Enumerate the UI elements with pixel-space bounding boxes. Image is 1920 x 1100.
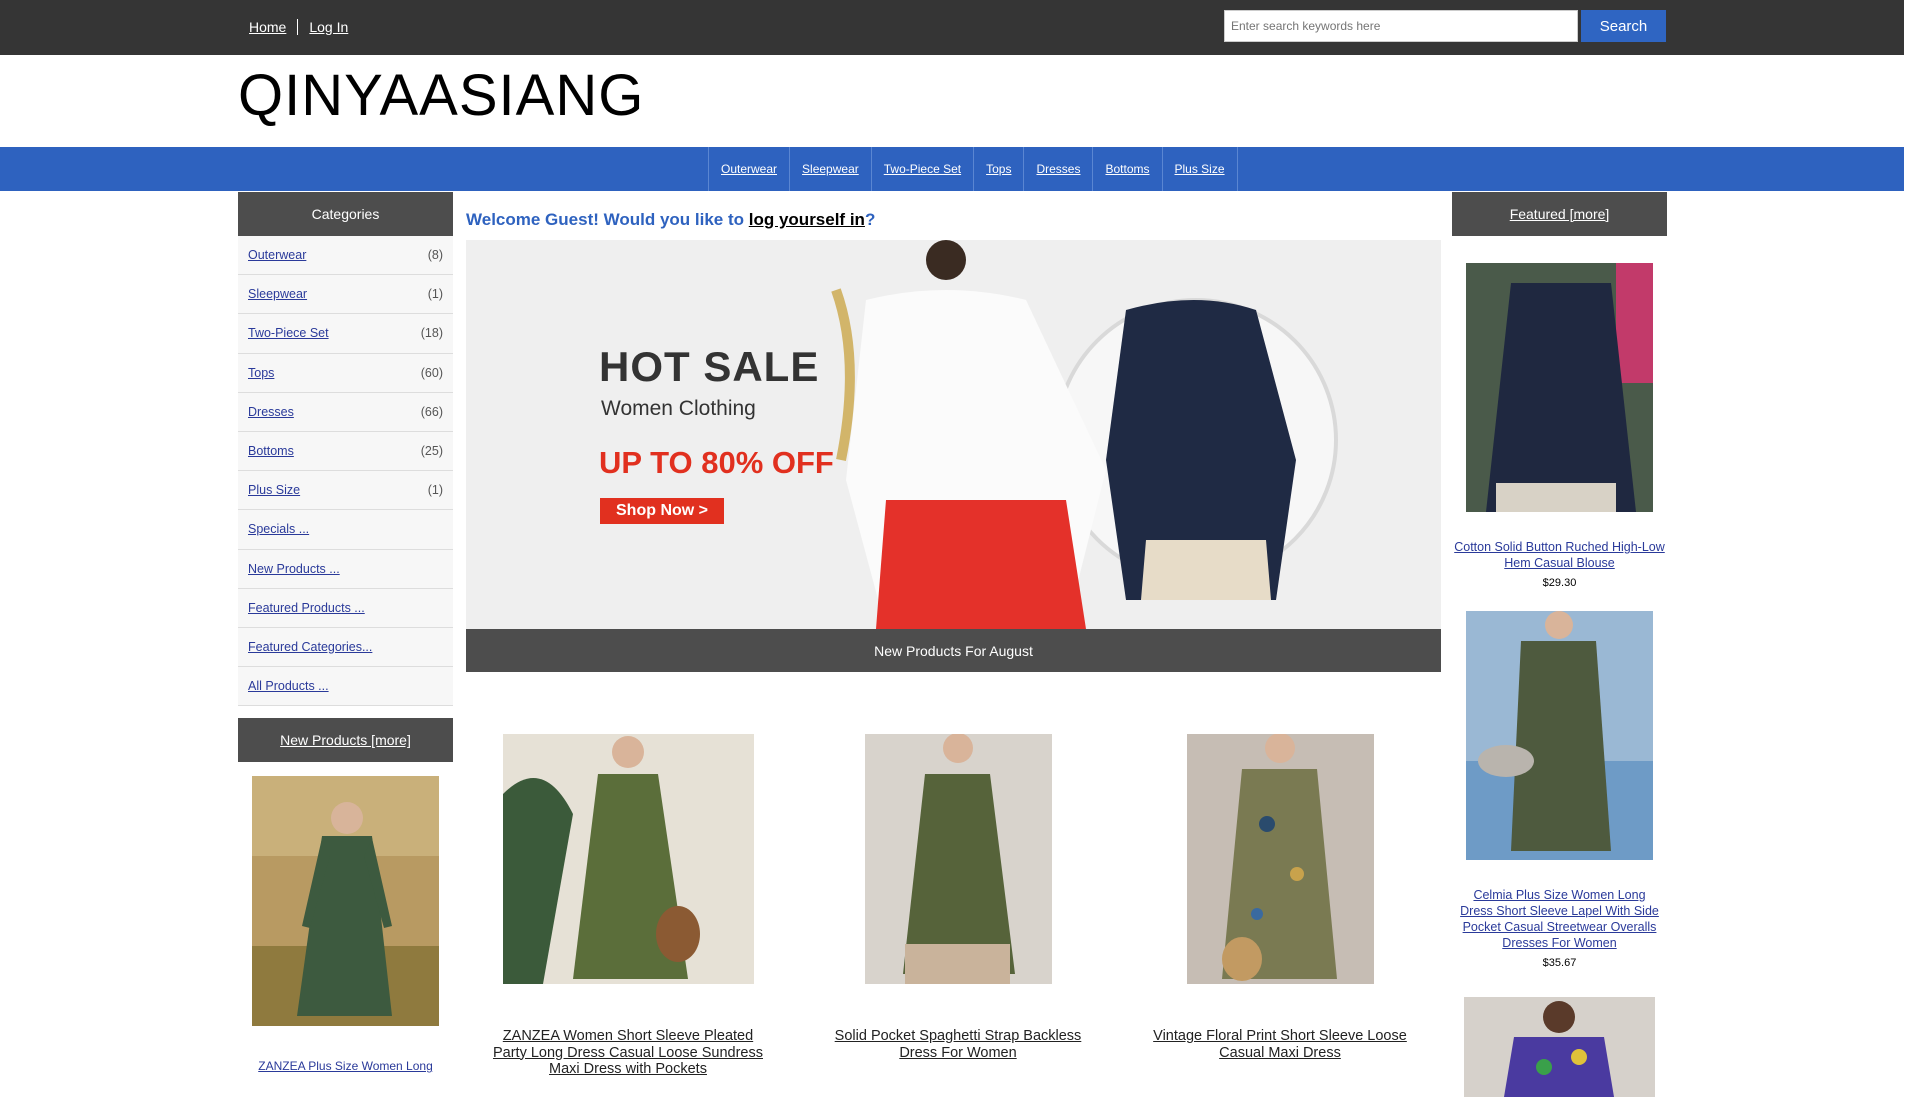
category-link[interactable]: Two-Piece Set xyxy=(248,326,329,340)
featured-price: $35.67 xyxy=(1542,957,1577,969)
featured-title-link[interactable]: Celmia Plus Size Women Long Dress Short … xyxy=(1460,888,1659,950)
category-count: (1) xyxy=(427,483,443,498)
dress-image[interactable] xyxy=(252,776,439,1027)
featured-heading: Featured [more] xyxy=(1452,192,1667,236)
category-count: (8) xyxy=(427,248,443,263)
product-image[interactable] xyxy=(864,733,1052,984)
product-image[interactable] xyxy=(502,734,754,984)
banner-image xyxy=(466,240,1441,629)
featured-item xyxy=(1452,969,1667,1100)
category-item: Bottoms (25) xyxy=(238,431,453,472)
categories-list: Outerwear (8) Sleepwear (1) Two-Piece Set (… xyxy=(238,236,453,707)
banner-offer: UP TO 80% OFF xyxy=(599,445,834,480)
nav-two-piece-set[interactable]: Two-Piece Set xyxy=(872,147,975,191)
new-product-title-link[interactable]: ZANZEA Plus Size Women Long xyxy=(258,1059,433,1073)
category-count: (25) xyxy=(420,444,443,459)
search-input[interactable] xyxy=(1224,10,1578,42)
nav-bottoms[interactable]: Bottoms xyxy=(1093,147,1163,191)
category-count: (18) xyxy=(420,326,443,341)
login-prompt-link[interactable]: log yourself in xyxy=(749,210,865,229)
featured-item: Celmia Plus Size Women Long Dress Short … xyxy=(1452,589,1667,969)
featured-item: Cotton Solid Button Ruched High-Low Hem … xyxy=(1452,236,1667,589)
category-link[interactable]: Dresses xyxy=(248,405,294,419)
welcome-text: Welcome Guest! Would you like to xyxy=(466,210,749,229)
banner-subheadline: Women Clothing xyxy=(601,397,756,420)
category-item: Two-Piece Set (18) xyxy=(238,314,453,354)
category-item: New Products ... xyxy=(238,549,453,589)
new-products-more-link[interactable]: New Products [more] xyxy=(280,732,411,748)
new-products-box: ZANZEA Plus Size Women Long xyxy=(238,762,453,1073)
category-item: Dresses (66) xyxy=(238,392,453,432)
nav-dresses[interactable]: Dresses xyxy=(1024,147,1094,191)
top-links: Home Log In xyxy=(238,19,359,35)
category-link[interactable]: Sleepwear xyxy=(248,287,307,301)
featured-categories-link[interactable]: Featured Categories... xyxy=(248,640,372,654)
category-item: Sleepwear (1) xyxy=(238,275,453,315)
categories-heading: Categories xyxy=(238,192,453,236)
site-logo[interactable]: QINYAASIANG xyxy=(238,62,644,129)
main-content: Welcome Guest! Would you like to log you… xyxy=(466,192,1441,1077)
featured-image[interactable] xyxy=(1466,611,1653,860)
search-form: Search xyxy=(1224,10,1666,42)
category-item: Featured Products ... xyxy=(238,588,453,628)
category-link[interactable]: Tops xyxy=(248,366,274,380)
welcome-suffix: ? xyxy=(864,210,876,229)
featured-image[interactable] xyxy=(1464,997,1655,1097)
product-title-link[interactable]: ZANZEA Women Short Sleeve Pleated Party … xyxy=(493,1028,763,1077)
shop-now-button[interactable]: Shop Now > xyxy=(600,498,724,524)
category-link[interactable]: Outerwear xyxy=(248,248,306,262)
featured-price: $29.30 xyxy=(1542,577,1577,589)
category-count: (60) xyxy=(420,365,443,380)
left-sidebar: Categories Outerwear (8) Sleepwear (1) Two… xyxy=(238,192,453,1073)
top-bar: Home Log In Search xyxy=(0,0,1904,55)
category-item: Plus Size (1) xyxy=(238,471,453,511)
category-count: (66) xyxy=(420,404,443,419)
nav-plus-size[interactable]: Plus Size xyxy=(1163,147,1238,191)
product-card: Solid Pocket Spaghetti Strap Backless Dr… xyxy=(818,733,1098,1061)
all-products-link[interactable]: All Products ... xyxy=(248,679,329,693)
product-title-link[interactable]: Vintage Floral Print Short Sleeve Loose … xyxy=(1153,1028,1407,1061)
banner-headline: HOT SALE xyxy=(599,343,820,390)
featured-more-link[interactable]: Featured [more] xyxy=(1510,206,1610,222)
category-nav: Outerwear Sleepwear Two-Piece Set Tops D… xyxy=(0,147,1904,191)
product-card: Vintage Floral Print Short Sleeve Loose … xyxy=(1140,733,1420,1061)
hot-sale-banner[interactable]: HOT SALE Women Clothing UP TO 80% OFF Sh… xyxy=(466,240,1441,629)
nav-tops[interactable]: Tops xyxy=(974,147,1025,191)
new-products-heading: New Products [more] xyxy=(238,718,453,763)
new-products-link[interactable]: New Products ... xyxy=(248,562,340,576)
specials-link[interactable]: Specials ... xyxy=(248,522,309,536)
featured-products-link[interactable]: Featured Products ... xyxy=(248,601,365,615)
featured-title-link[interactable]: Cotton Solid Button Ruched High-Low Hem … xyxy=(1454,540,1665,570)
product-image[interactable] xyxy=(1186,733,1374,984)
home-link[interactable]: Home xyxy=(238,19,299,35)
product-card: ZANZEA Women Short Sleeve Pleated Party … xyxy=(488,734,768,1078)
category-item: Featured Categories... xyxy=(238,627,453,668)
search-button[interactable]: Search xyxy=(1581,10,1666,42)
category-link[interactable]: Plus Size xyxy=(248,483,300,497)
featured-image[interactable] xyxy=(1466,263,1653,512)
category-item: Tops (60) xyxy=(238,353,453,393)
category-item: All Products ... xyxy=(238,667,453,707)
right-sidebar: Featured [more] Cotton Solid Button Ruch… xyxy=(1452,192,1667,1100)
nav-sleepwear[interactable]: Sleepwear xyxy=(790,147,872,191)
new-products-section-title: New Products For August xyxy=(466,629,1441,672)
welcome-message: Welcome Guest! Would you like to log you… xyxy=(466,210,1441,230)
category-count: (1) xyxy=(427,287,443,302)
product-title-link[interactable]: Solid Pocket Spaghetti Strap Backless Dr… xyxy=(835,1028,1082,1061)
nav-outerwear[interactable]: Outerwear xyxy=(709,147,791,191)
category-link[interactable]: Bottoms xyxy=(248,444,294,458)
login-link[interactable]: Log In xyxy=(298,19,359,35)
category-item: Outerwear (8) xyxy=(238,236,453,276)
category-item: Specials ... xyxy=(238,510,453,550)
